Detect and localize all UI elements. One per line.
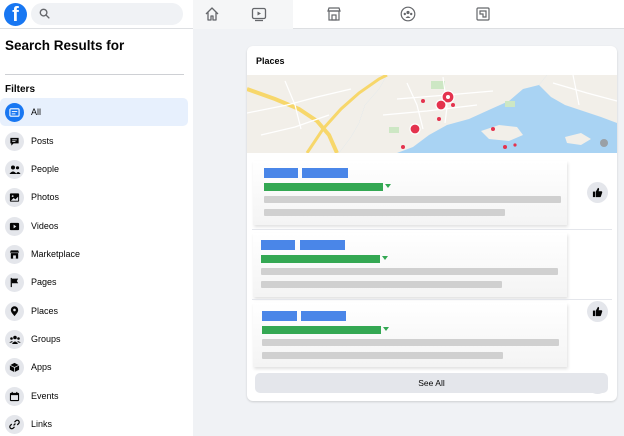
filter-item-photos[interactable]: Photos — [0, 183, 188, 211]
result-content-placeholder — [253, 161, 567, 225]
filter-item-label: Links — [31, 419, 53, 429]
videos-icon — [5, 216, 24, 236]
filter-item-label: Posts — [31, 136, 54, 146]
filter-item-label: Pages — [31, 277, 57, 287]
result-content-placeholder — [253, 303, 567, 367]
filter-item-label: Marketplace — [31, 249, 81, 259]
pages-icon — [5, 272, 24, 292]
divider — [5, 74, 184, 75]
search-box[interactable] — [31, 3, 183, 25]
top-navigation-bar: f — [0, 0, 624, 29]
filter-item-posts[interactable]: Posts — [0, 127, 188, 155]
posts-icon — [5, 131, 24, 151]
title-placeholder — [302, 168, 348, 178]
filter-item-people[interactable]: People — [0, 155, 188, 183]
groups-icon — [5, 329, 24, 349]
search-filters-sidebar: Search Results for Filters All Posts Peo… — [0, 29, 193, 436]
photos-icon — [5, 187, 24, 207]
filter-item-all[interactable]: All — [0, 98, 188, 126]
title-placeholder — [261, 240, 295, 250]
filter-item-places[interactable]: Places — [0, 297, 188, 325]
place-result-2[interactable] — [247, 230, 617, 322]
filters-heading: Filters — [5, 84, 36, 95]
subtitle-placeholder — [264, 183, 383, 191]
title-placeholder — [264, 168, 298, 178]
apps-icon — [5, 357, 24, 377]
filter-item-label: Events — [31, 391, 59, 401]
text-line-placeholder — [262, 352, 503, 359]
marketplace-icon — [5, 244, 24, 264]
places-heading: Places — [256, 56, 285, 66]
events-icon — [5, 386, 24, 406]
dropdown-arrow-icon — [382, 256, 388, 260]
places-map[interactable] — [247, 75, 617, 153]
text-line-placeholder — [264, 196, 561, 203]
subtitle-placeholder — [262, 326, 381, 334]
filter-item-events[interactable]: Events — [0, 382, 188, 410]
gaming-icon[interactable] — [472, 4, 494, 24]
place-result-1[interactable] — [247, 158, 617, 228]
places-icon — [5, 301, 24, 321]
marketplace-icon[interactable] — [323, 4, 345, 24]
result-content-placeholder — [253, 233, 567, 297]
filter-item-label: Groups — [31, 334, 61, 344]
text-line-placeholder — [264, 209, 505, 216]
like-button[interactable] — [587, 182, 608, 203]
filter-item-label: People — [31, 164, 60, 174]
text-line-placeholder — [261, 281, 502, 288]
thumbs-up-icon — [592, 187, 603, 198]
filter-item-apps[interactable]: Apps — [0, 353, 188, 381]
title-placeholder — [301, 311, 346, 321]
page-title: Search Results for — [5, 38, 125, 53]
places-results-card: Places See All — [247, 46, 617, 401]
links-icon — [5, 414, 24, 434]
text-line-placeholder — [261, 268, 558, 275]
filter-item-label: Places — [31, 306, 59, 316]
dropdown-arrow-icon — [385, 184, 391, 188]
see-all-button[interactable]: See All — [255, 373, 608, 393]
search-input[interactable] — [53, 5, 179, 23]
facebook-logo[interactable]: f — [4, 3, 27, 26]
filter-item-groups[interactable]: Groups — [0, 325, 188, 353]
map-graphic — [247, 75, 617, 153]
filter-item-pages[interactable]: Pages — [0, 268, 188, 296]
title-placeholder — [262, 311, 297, 321]
filter-item-label: All — [31, 107, 42, 117]
dropdown-arrow-icon — [383, 327, 389, 331]
all-icon — [5, 102, 24, 122]
home-icon[interactable] — [201, 4, 223, 24]
groups-icon[interactable] — [397, 4, 419, 24]
filter-item-label: Apps — [31, 362, 52, 372]
filter-item-label: Videos — [31, 221, 59, 231]
text-line-placeholder — [262, 339, 559, 346]
watch-icon[interactable] — [248, 4, 270, 24]
filter-item-links[interactable]: Links — [0, 410, 188, 436]
subtitle-placeholder — [261, 255, 380, 263]
people-icon — [5, 159, 24, 179]
filter-item-videos[interactable]: Videos — [0, 212, 188, 240]
search-icon — [39, 8, 50, 19]
filter-item-marketplace[interactable]: Marketplace — [0, 240, 188, 268]
title-placeholder — [300, 240, 345, 250]
filter-item-label: Photos — [31, 192, 60, 202]
place-result-3[interactable] — [247, 300, 617, 394]
